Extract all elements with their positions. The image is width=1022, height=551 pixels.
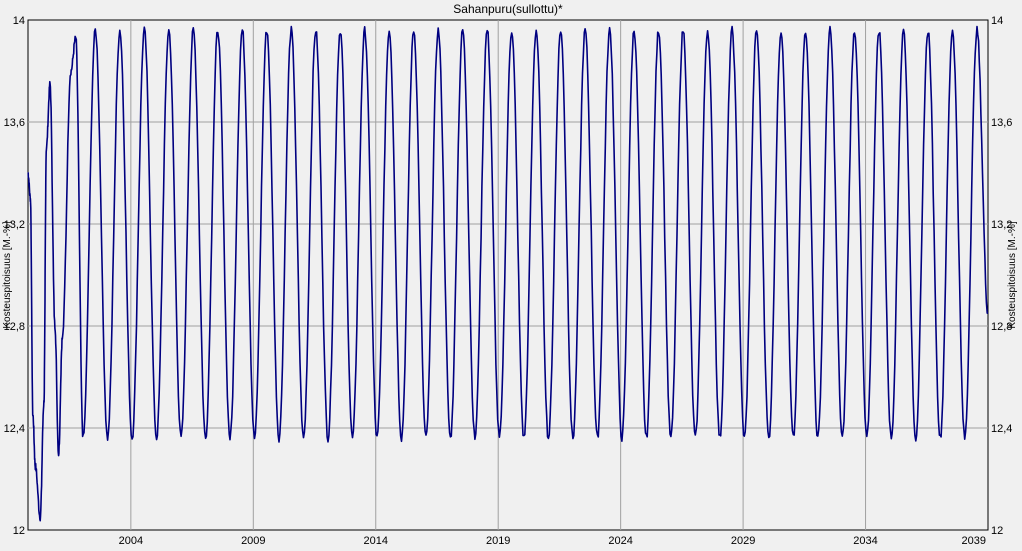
moisture-chart: 12 1212,4 12,412,8 12,813,2 13,213,6 13,614 14… — [0, 0, 1022, 551]
y-tick-label-left: 13,6 — [4, 117, 25, 129]
y-tick-label-right: 14 — [991, 15, 1003, 27]
x-tick-label: 2034 — [853, 535, 877, 547]
chart-title: Sahanpuru(sullottu)* — [453, 2, 563, 16]
x-tick-label: 2009 — [241, 535, 265, 547]
y-tick-label-right: 13,6 — [991, 117, 1012, 129]
y-tick-label-right: 12,4 — [991, 423, 1012, 435]
y-axis-label-right: Kosteuspitoisuus [M.-%] — [1007, 221, 1018, 328]
y-tick-label-right: 12 — [991, 525, 1003, 537]
x-tick-label: 2039 — [962, 535, 986, 547]
x-tick-label: 2004 — [119, 535, 143, 547]
x-tick-label: 2014 — [364, 535, 388, 547]
x-tick-label: 2024 — [608, 535, 632, 547]
y-tick-label-left: 12,4 — [4, 423, 25, 435]
y-axis-label-left: Kosteuspitoisuus [M.-%] — [2, 221, 13, 328]
x-tick-label: 2029 — [731, 535, 755, 547]
y-tick-label-left: 14 — [13, 15, 25, 27]
x-tick-label: 2019 — [486, 535, 510, 547]
y-tick-label-left: 12 — [13, 525, 25, 537]
